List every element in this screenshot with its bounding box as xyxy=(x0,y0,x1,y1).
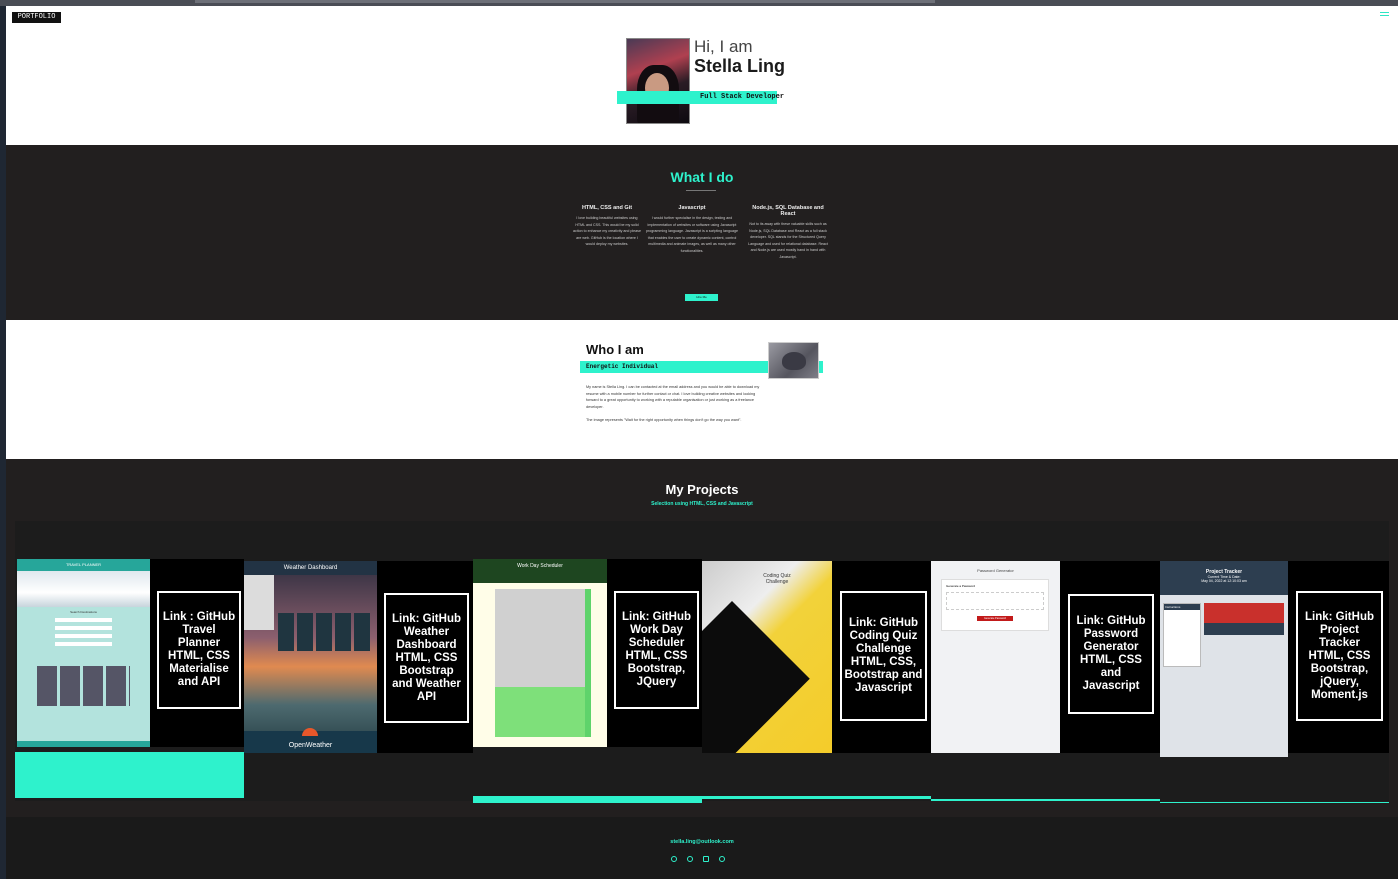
linkedin-icon[interactable] xyxy=(703,856,709,862)
project-accent-bar xyxy=(1160,802,1389,803)
app-title: Weather Dashboard xyxy=(244,561,377,575)
section-subtitle: Selection using HTML, CSS and Javascript xyxy=(651,501,753,507)
section-title: My Projects xyxy=(665,482,739,497)
skill-title: Javascript xyxy=(678,205,706,211)
greeting-text: Hi, I am xyxy=(694,37,753,56)
footer: stella.ling@outlook.com xyxy=(6,817,1398,879)
project-screenshot[interactable]: Project Tracker Current Time & Date: May… xyxy=(1160,561,1288,757)
section-title: Who I am xyxy=(586,342,644,357)
app-date: May 04, 2022 at 12:10:03 am xyxy=(1201,579,1247,583)
skill-description: I love building beautiful websites using… xyxy=(573,216,641,246)
project-link[interactable]: Link: GitHub Project Tracker HTML, CSS B… xyxy=(1296,591,1383,721)
app-title: Work Day Scheduler xyxy=(473,559,607,583)
skill-title: Node.js, SQL Database and React xyxy=(752,205,824,217)
project-accent-bar xyxy=(15,752,244,798)
project-link[interactable]: Link: GitHub Password Generator HTML, CS… xyxy=(1068,594,1154,714)
hero-section: PORTFOLIO Hi, I am Stella Ling Full Stac… xyxy=(6,6,1398,145)
profile-name: Stella Ling xyxy=(694,56,786,76)
hamburger-menu-icon[interactable] xyxy=(1380,12,1389,19)
role-label: Full Stack Developer xyxy=(700,93,785,101)
projects-section: My Projects Selection using HTML, CSS an… xyxy=(6,459,1398,817)
app-generate-button: Generate Password xyxy=(977,616,1013,621)
app-section-title: Search Destinations xyxy=(70,610,97,614)
about-paragraph: My name is Stella Ling. I can be contact… xyxy=(586,385,760,409)
app-section-title: Instructions xyxy=(1164,604,1200,610)
section-subtitle: Energetic Individual xyxy=(586,363,659,370)
app-field-label: Generate a Password xyxy=(946,584,976,588)
heart-hands-image xyxy=(768,342,819,379)
profile-photo xyxy=(626,38,690,124)
section-title: What I do xyxy=(670,169,734,185)
portfolio-page: PORTFOLIO Hi, I am Stella Ling Full Stac… xyxy=(6,6,1398,879)
project-link-card[interactable]: Link: GitHub Password Generator HTML, CS… xyxy=(1060,561,1160,753)
project-link-card[interactable]: Link: GitHub Weather Dashboard HTML, CSS… xyxy=(377,561,473,753)
skill-description: Not to its away with these valuable skil… xyxy=(748,222,828,259)
project-accent-bar xyxy=(931,799,1160,801)
project-screenshot[interactable]: TRAVEL PLANNER Search Destinations xyxy=(17,559,150,747)
skill-column: Node.js, SQL Database and React Not to i… xyxy=(748,205,828,260)
project-link-card[interactable]: Link: GitHub Coding Quiz Challenge HTML,… xyxy=(832,561,931,753)
about-paragraph: The image represents "Wait for the right… xyxy=(586,418,742,422)
skill-column: Javascript I would further specialise in… xyxy=(646,205,738,254)
dribbble-icon[interactable] xyxy=(687,856,693,862)
project-screenshot[interactable]: Coding Quiz Challenge xyxy=(702,561,832,753)
skill-title: HTML, CSS and Git xyxy=(581,205,633,211)
hire-me-button[interactable]: Hire Me xyxy=(685,294,718,301)
project-link[interactable]: Link : GitHub Travel Planner HTML, CSS M… xyxy=(157,591,241,709)
portfolio-logo[interactable]: PORTFOLIO xyxy=(12,12,61,23)
project-screenshot[interactable]: Weather Dashboard OpenWeather xyxy=(244,561,377,753)
what-i-do-section: What I do HTML, CSS and Git I love build… xyxy=(6,145,1398,320)
project-link[interactable]: Link: GitHub Work Day Scheduler HTML, CS… xyxy=(614,591,699,709)
project-screenshot[interactable]: Password Generator Generate a Password G… xyxy=(931,561,1060,753)
title-divider xyxy=(686,190,716,191)
project-accent-bar xyxy=(473,796,702,803)
project-link[interactable]: Link: GitHub Coding Quiz Challenge HTML,… xyxy=(840,591,927,721)
app-title: Password Generator xyxy=(977,568,1014,573)
social-icons xyxy=(671,856,733,864)
app-title: TRAVEL PLANNER xyxy=(17,559,150,571)
github-icon[interactable] xyxy=(719,856,725,862)
browser-tab-bar xyxy=(195,0,935,3)
project-screenshot[interactable]: Work Day Scheduler xyxy=(473,559,607,747)
app-title: Coding Quiz Challenge xyxy=(763,573,791,585)
skill-description: I would further specialise in the design… xyxy=(646,216,738,253)
project-link-card[interactable]: Link: GitHub Work Day Scheduler HTML, CS… xyxy=(607,559,702,747)
contact-email-link[interactable]: stella.ling@outlook.com xyxy=(6,839,1398,845)
project-accent-bar xyxy=(702,796,931,799)
project-link[interactable]: Link: GitHub Weather Dashboard HTML, CSS… xyxy=(384,593,469,723)
app-hero-image xyxy=(17,571,150,607)
skill-column: HTML, CSS and Git I love building beauti… xyxy=(572,205,642,248)
globe-icon[interactable] xyxy=(671,856,677,862)
who-i-am-section: Who I am Energetic Individual My name is… xyxy=(6,320,1398,459)
project-link-card[interactable]: Link: GitHub Project Tracker HTML, CSS B… xyxy=(1288,561,1389,753)
project-link-card[interactable]: Link : GitHub Travel Planner HTML, CSS M… xyxy=(150,559,244,747)
